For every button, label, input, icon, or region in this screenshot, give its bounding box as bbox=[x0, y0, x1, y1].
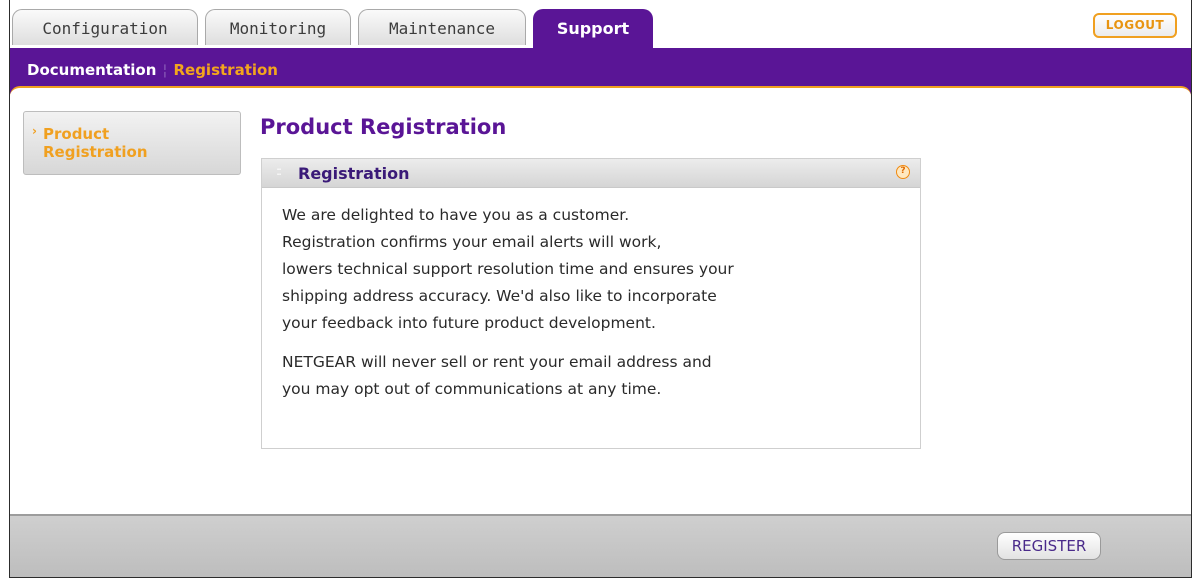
sidebar-item-label: Product Registration bbox=[43, 125, 148, 161]
text-line: your feedback into future product develo… bbox=[282, 314, 656, 332]
text-line: shipping address accuracy. We'd also lik… bbox=[282, 287, 717, 305]
intro-paragraph: We are delighted to have you as a custom… bbox=[282, 202, 902, 337]
content-area-top bbox=[10, 86, 1191, 110]
footer-bar: REGISTER bbox=[10, 514, 1191, 577]
tab-configuration[interactable]: Configuration bbox=[12, 9, 198, 45]
panel-title: Registration bbox=[298, 164, 410, 183]
subnav-separator: ¦ bbox=[162, 61, 168, 79]
text-line: Registration confirms your email alerts … bbox=[282, 233, 662, 251]
tab-support[interactable]: Support bbox=[533, 9, 653, 49]
text-line: NETGEAR will never sell or rent your ema… bbox=[282, 353, 712, 371]
subnav-links: Documentation ¦ Registration bbox=[27, 61, 278, 79]
text-line: you may opt out of communications at any… bbox=[282, 380, 662, 398]
subnav-item-documentation[interactable]: Documentation bbox=[27, 61, 156, 79]
drag-handle-icon: :: bbox=[276, 164, 282, 178]
page-title: Product Registration bbox=[260, 115, 507, 139]
panel-body: We are delighted to have you as a custom… bbox=[282, 202, 902, 415]
tab-maintenance[interactable]: Maintenance bbox=[358, 9, 526, 45]
main-tab-bar: Configuration Monitoring Maintenance Sup… bbox=[10, 0, 1191, 49]
privacy-paragraph: NETGEAR will never sell or rent your ema… bbox=[282, 349, 902, 403]
subnav-item-registration[interactable]: Registration bbox=[173, 61, 278, 79]
panel-header: :: Registration ? bbox=[262, 159, 920, 188]
sidebar-item-product-registration[interactable]: › Product Registration bbox=[23, 111, 241, 175]
tab-monitoring[interactable]: Monitoring bbox=[205, 9, 351, 45]
text-line: lowers technical support resolution time… bbox=[282, 260, 734, 278]
chevron-right-icon: › bbox=[32, 124, 37, 138]
register-button[interactable]: REGISTER bbox=[997, 532, 1101, 560]
logout-button[interactable]: LOGOUT bbox=[1093, 13, 1177, 38]
app-frame: Configuration Monitoring Maintenance Sup… bbox=[9, 0, 1192, 578]
registration-panel: :: Registration ? We are delighted to ha… bbox=[261, 158, 921, 449]
text-line: We are delighted to have you as a custom… bbox=[282, 206, 630, 224]
help-icon[interactable]: ? bbox=[896, 165, 910, 179]
